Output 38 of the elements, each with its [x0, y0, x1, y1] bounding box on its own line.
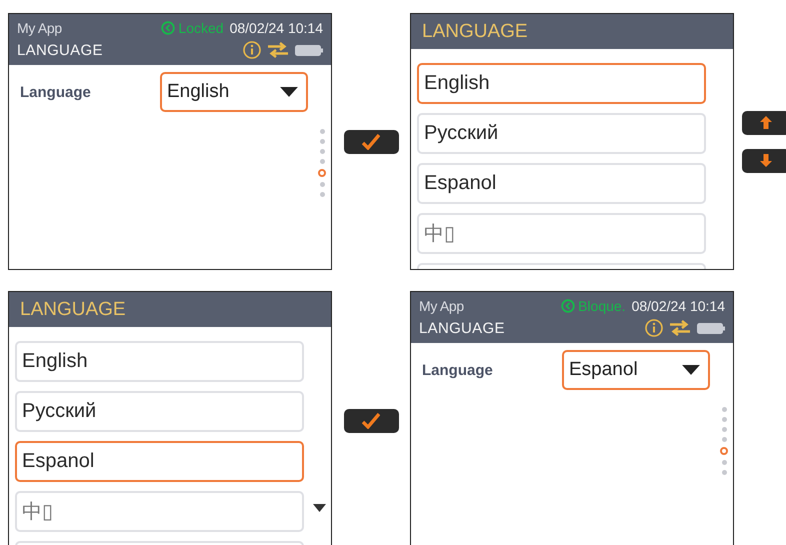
lock-status: Locked — [161, 20, 224, 36]
checkmark-icon — [362, 134, 380, 150]
battery-icon — [295, 44, 323, 56]
up-arrow-icon — [760, 116, 772, 129]
battery-icon — [697, 322, 725, 334]
language-dropdown[interactable]: English — [160, 72, 308, 112]
screen-title: LANGUAGE — [419, 320, 505, 336]
field-label: Language — [422, 362, 494, 378]
down-arrow-icon — [760, 154, 772, 167]
transfer-arrows-icon — [669, 320, 691, 336]
language-option[interactable]: English — [417, 63, 706, 104]
checkmark-icon — [362, 413, 380, 429]
screen-title: LANGUAGE — [20, 298, 126, 320]
language-option[interactable]: Русский — [417, 113, 706, 154]
language-option[interactable]: 中▯ — [15, 491, 304, 532]
app-name: My App — [419, 298, 464, 314]
field-label: Language — [20, 84, 92, 100]
screen-title: LANGUAGE — [422, 20, 528, 42]
language-dropdown[interactable]: Espanol — [562, 350, 710, 390]
app-name: My App — [17, 20, 62, 36]
up-button[interactable] — [742, 110, 786, 134]
language-option[interactable]: Espanol — [15, 441, 304, 482]
screen-title: LANGUAGE — [17, 42, 103, 58]
language-option[interactable]: Espanol — [417, 163, 706, 204]
language-option[interactable]: English — [15, 341, 304, 382]
language-option[interactable]: 中▯ — [417, 213, 706, 254]
info-icon — [243, 41, 261, 59]
confirm-button[interactable] — [344, 409, 398, 433]
dropdown-caret-icon — [280, 87, 298, 97]
date-time: 08/02/24 10:14 — [632, 298, 725, 314]
lock-status: Bloque. — [561, 298, 626, 314]
dropdown-caret-icon — [682, 365, 700, 375]
info-icon — [645, 319, 663, 337]
down-button[interactable] — [742, 148, 786, 172]
date-time: 08/02/24 10:14 — [230, 20, 323, 36]
language-option[interactable]: Русский — [15, 391, 304, 432]
transfer-arrows-icon — [267, 42, 289, 58]
confirm-button[interactable] — [344, 130, 398, 154]
